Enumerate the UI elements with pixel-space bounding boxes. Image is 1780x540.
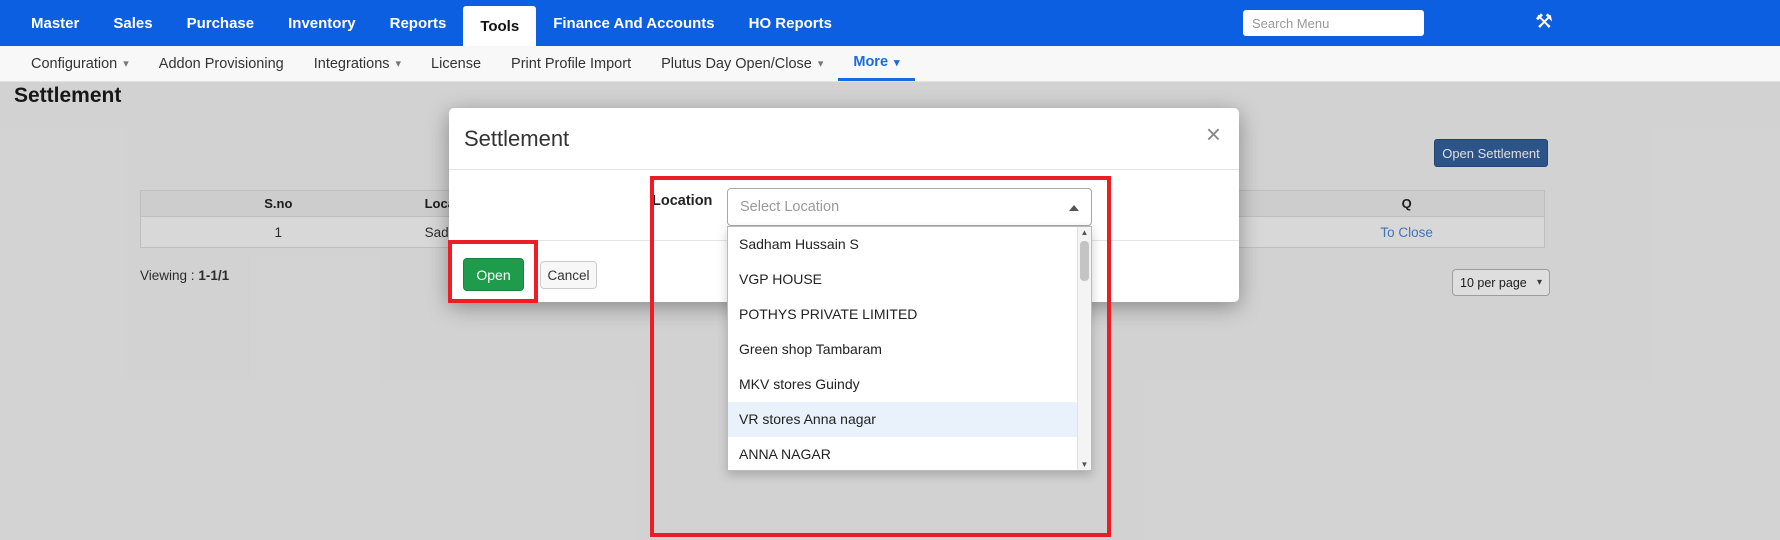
location-select[interactable]: Select Location [727, 188, 1092, 226]
dropdown-scrollbar[interactable]: ▲ ▼ [1077, 227, 1091, 470]
nav-item-tools[interactable]: Tools [463, 6, 536, 46]
screen: Master Sales Purchase Inventory Reports … [0, 0, 1780, 540]
scroll-down-icon[interactable]: ▼ [1078, 460, 1091, 469]
cancel-button[interactable]: Cancel [540, 261, 597, 289]
top-nav: Master Sales Purchase Inventory Reports … [0, 0, 1780, 46]
dropdown-option[interactable]: Green shop Tambaram [728, 332, 1078, 367]
scrollbar-thumb[interactable] [1080, 241, 1089, 281]
dropdown-option[interactable]: POTHYS PRIVATE LIMITED [728, 297, 1078, 332]
location-label: Location [652, 193, 712, 209]
tools-hammer-icon[interactable]: ⚒ [1535, 9, 1553, 34]
subnav-item-license[interactable]: License [416, 46, 496, 81]
dropdown-option[interactable]: MKV stores Guindy [728, 367, 1078, 402]
subnav-item-more[interactable]: More ▾ [838, 46, 914, 81]
subnav-label: Plutus Day Open/Close [661, 56, 812, 72]
nav-item-finance-and-accounts[interactable]: Finance And Accounts [536, 0, 731, 46]
subnav-item-plutus-day-open-close[interactable]: Plutus Day Open/Close ▾ [646, 46, 838, 81]
search-menu-input[interactable] [1243, 10, 1424, 36]
scroll-up-icon[interactable]: ▲ [1078, 228, 1091, 237]
subnav-item-integrations[interactable]: Integrations ▾ [299, 46, 416, 81]
nav-item-reports[interactable]: Reports [373, 0, 464, 46]
nav-item-sales[interactable]: Sales [96, 0, 169, 46]
nav-item-inventory[interactable]: Inventory [271, 0, 373, 46]
nav-item-ho-reports[interactable]: HO Reports [732, 0, 849, 46]
subnav-label: License [431, 56, 481, 72]
caret-down-icon: ▾ [818, 57, 824, 70]
caret-down-icon: ▾ [894, 56, 900, 69]
dropdown-option-highlighted[interactable]: VR stores Anna nagar [728, 402, 1078, 437]
subnav-label: More [853, 54, 888, 70]
dropdown-option[interactable]: VGP HOUSE [728, 262, 1078, 297]
caret-up-icon [1069, 205, 1079, 211]
dropdown-option[interactable]: ANNA NAGAR [728, 437, 1078, 471]
sub-nav: Configuration ▾ Addon Provisioning Integ… [0, 46, 1780, 82]
dropdown-option[interactable]: Sadham Hussain S [728, 227, 1078, 262]
subnav-item-configuration[interactable]: Configuration ▾ [16, 46, 144, 81]
subnav-label: Integrations [314, 56, 390, 72]
subnav-label: Print Profile Import [511, 56, 631, 72]
nav-item-purchase[interactable]: Purchase [170, 0, 272, 46]
subnav-label: Configuration [31, 56, 117, 72]
subnav-item-addon-provisioning[interactable]: Addon Provisioning [144, 46, 299, 81]
subnav-item-print-profile-import[interactable]: Print Profile Import [496, 46, 646, 81]
caret-down-icon: ▾ [396, 57, 402, 70]
modal-title: Settlement [464, 126, 569, 152]
subnav-label: Addon Provisioning [159, 56, 284, 72]
open-button[interactable]: Open [463, 258, 524, 291]
nav-item-master[interactable]: Master [14, 0, 96, 46]
location-select-placeholder: Select Location [740, 199, 839, 215]
caret-down-icon: ▾ [123, 57, 129, 70]
modal-header: Settlement × [449, 108, 1239, 170]
close-icon[interactable]: × [1206, 121, 1221, 147]
location-dropdown-list: Sadham Hussain S VGP HOUSE POTHYS PRIVAT… [727, 226, 1092, 471]
top-nav-items: Master Sales Purchase Inventory Reports … [0, 0, 1780, 46]
